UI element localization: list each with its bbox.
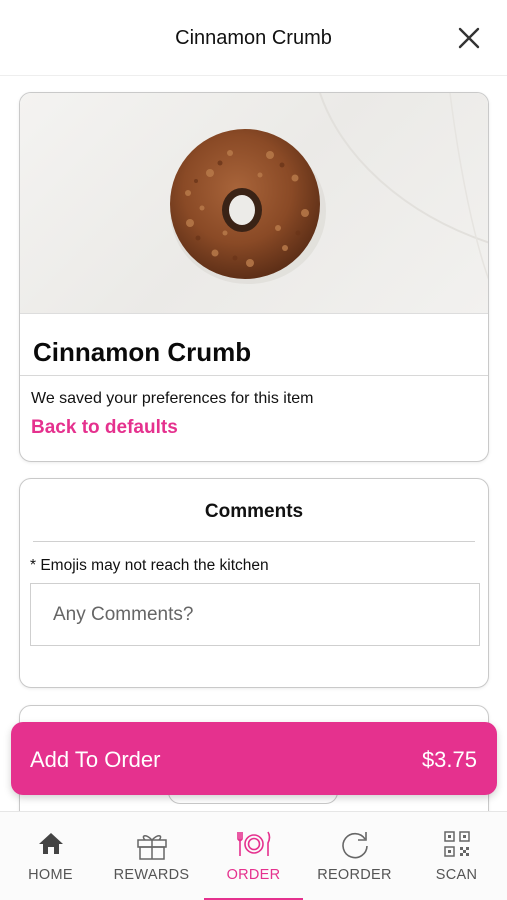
comments-title: Comments [204,501,304,522]
tab-label: HOME [28,867,73,883]
tab-label: REORDER [317,867,392,883]
divider [20,375,488,376]
close-button[interactable] [457,26,481,50]
top-bar: Cinnamon Crumb [0,0,507,76]
tab-rewards[interactable]: REWARDS [101,812,202,900]
order-price: $3.75 [421,747,477,772]
qr-code-icon [443,831,470,857]
tab-label: ORDER [226,867,281,883]
divider [33,541,475,542]
comments-card: Comments * Emojis may not reach the kitc… [19,478,489,688]
tab-reorder[interactable]: REORDER [304,812,405,900]
tab-label: REWARDS [113,867,190,883]
gift-icon [136,835,167,860]
tab-label: SCAN [435,867,478,883]
home-icon [38,833,63,854]
saved-preferences-text: We saved your preferences for this item [31,390,314,407]
refresh-icon [341,832,368,859]
close-icon [458,27,480,49]
tab-order[interactable]: ORDER [203,812,304,900]
emoji-note: * Emojis may not reach the kitchen [30,557,269,574]
add-to-order-label: Add To Order [30,747,161,772]
add-to-order-button[interactable]: Add To Order $3.75 [11,722,497,795]
page-title: Cinnamon Crumb [175,27,332,49]
plate-utensils-icon [236,831,270,856]
item-photo [20,93,488,314]
tab-home[interactable]: HOME [0,812,101,900]
comments-input[interactable] [30,583,480,646]
donut-image [170,93,488,284]
bottom-tab-bar: HOME REWARDS ORDER REORDER SCAN [0,811,507,900]
item-card: Cinnamon Crumb We saved your preferences… [19,92,489,462]
tab-scan[interactable]: SCAN [406,812,507,900]
item-name: Cinnamon Crumb [33,337,252,367]
back-to-defaults-link[interactable]: Back to defaults [31,417,178,439]
